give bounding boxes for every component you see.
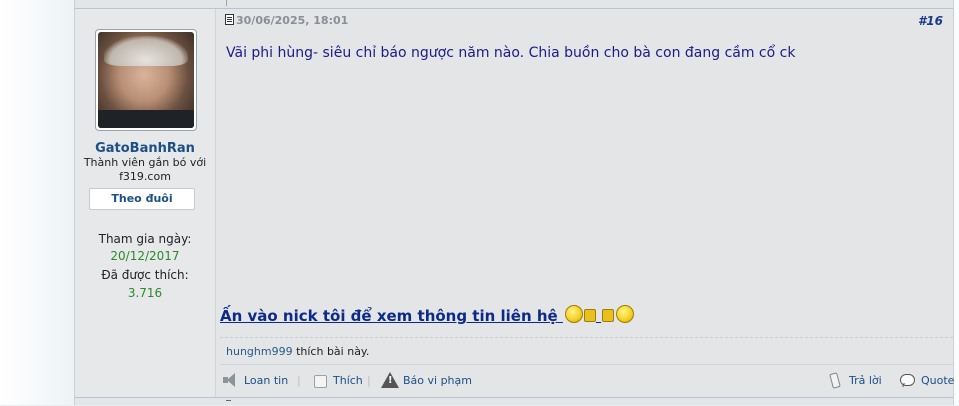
previous-post-edge [226, 0, 227, 6]
report-label: Báo vi phạm [403, 373, 472, 387]
document-icon [225, 14, 234, 25]
user-title: Thành viên gắn bó với f319.com [83, 156, 207, 183]
liked-label: Đã được thích: [101, 268, 189, 282]
likes-text: thích bài này. [292, 345, 370, 358]
like-label: Thích [333, 373, 363, 387]
share-label: Loan tin [244, 373, 289, 387]
thumbs-up-icon [583, 309, 596, 322]
action-separator: | [297, 374, 301, 387]
forum-post: GatoBanhRan Thành viên gắn bó với f319.c… [74, 0, 954, 405]
post-message: Vãi phi hùng- siêu chỉ báo ngược năm nào… [226, 45, 796, 61]
quote-label: Quote [921, 373, 955, 387]
username-link[interactable]: GatoBanhRan [75, 141, 215, 156]
liked-value: 3.716 [127, 286, 163, 300]
page-background-left [0, 0, 74, 405]
signature-link[interactable]: Ấn vào nick tôi để xem thông tin liên hệ [220, 307, 558, 325]
joined-label: Tham gia ngày: [98, 232, 192, 246]
post-date-text: 30/06/2025, 18:01 [236, 14, 349, 27]
like-button[interactable]: Thích [311, 372, 363, 388]
actions-divider [220, 364, 953, 365]
share-button[interactable]: Loan tin [222, 372, 288, 388]
avatar-image [98, 32, 194, 128]
likes-summary: hunghm999 thích bài này. [226, 345, 369, 358]
reply-icon [827, 372, 845, 388]
reply-label: Trả lời [849, 373, 882, 387]
reply-button[interactable]: Trả lời [827, 372, 882, 388]
speaker-icon [222, 372, 240, 388]
action-separator: | [367, 374, 371, 387]
smiley-icon [564, 305, 583, 323]
like-icon [311, 372, 329, 388]
smiley-icon [616, 305, 635, 323]
post-number-link[interactable]: #16 [918, 14, 943, 28]
thumbs-up-icon [602, 309, 615, 322]
liker-link[interactable]: hunghm999 [226, 345, 293, 358]
user-info-panel: GatoBanhRan Thành viên gắn bó với f319.c… [75, 9, 216, 397]
quote-button[interactable]: Quote [899, 372, 954, 388]
signature[interactable]: Ấn vào nick tôi để xem thông tin liên hệ [220, 305, 635, 325]
follow-button[interactable]: Theo đuôi [89, 188, 195, 210]
post-date: 30/06/2025, 18:01 [225, 14, 348, 27]
avatar[interactable] [95, 29, 197, 131]
quote-icon [899, 372, 917, 388]
joined-value: 20/12/2017 [110, 249, 180, 263]
report-button[interactable]: Báo vi phạm [381, 372, 472, 388]
next-post-edge [226, 400, 231, 406]
likes-divider [220, 337, 953, 339]
warning-icon [381, 372, 399, 388]
post-bottom-border [75, 397, 953, 398]
